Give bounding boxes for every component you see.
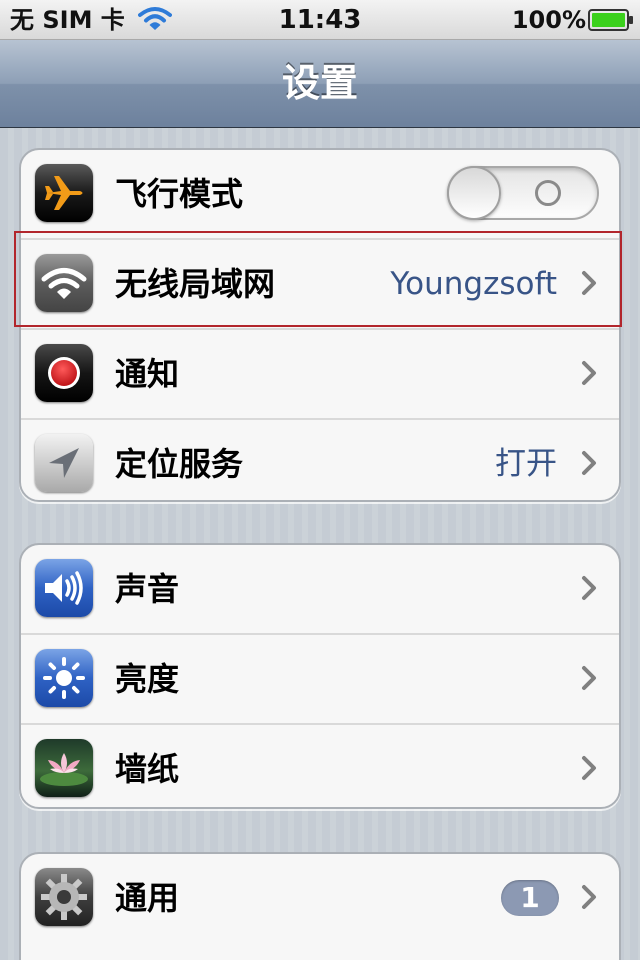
page-title: 设置 <box>281 61 358 105</box>
wifi-settings-icon <box>35 254 93 312</box>
cell-label: 通知 <box>115 355 180 393</box>
chevron-right-icon <box>581 450 597 476</box>
general-gear-icon <box>35 868 93 926</box>
battery-percent: 100% <box>511 6 586 34</box>
navigation-bar: 设置 <box>0 40 640 128</box>
cell-notifications[interactable]: 通知 <box>21 330 619 420</box>
cell-sounds[interactable]: 声音 <box>21 545 619 635</box>
cell-label: 无线局域网 <box>115 265 276 303</box>
update-count-badge: 1 <box>501 880 559 916</box>
brightness-icon <box>35 649 93 707</box>
status-bar: 无 SIM 卡 11:43 100% <box>0 0 640 40</box>
toggle-knob[interactable] <box>447 166 501 220</box>
cell-label: 飞行模式 <box>115 175 244 213</box>
toggle-off-indicator-icon <box>535 180 561 206</box>
chevron-right-icon <box>581 665 597 691</box>
chevron-right-icon <box>581 884 597 910</box>
location-services-status: 打开 <box>495 446 557 482</box>
sound-icon <box>35 559 93 617</box>
airplane-icon <box>35 164 93 222</box>
wifi-network-name: Youngzsoft <box>390 266 557 302</box>
battery-icon <box>588 9 634 31</box>
cell-label: 亮度 <box>115 660 180 698</box>
chevron-right-icon <box>581 575 597 601</box>
chevron-right-icon <box>581 270 597 296</box>
cell-airplane-mode: 飞行模式 <box>21 150 619 240</box>
cell-wifi[interactable]: 无线局域网 Youngzsoft <box>21 240 619 330</box>
cell-label: 墙纸 <box>115 750 180 788</box>
cell-label: 定位服务 <box>115 445 244 483</box>
chevron-right-icon <box>581 755 597 781</box>
chevron-right-icon <box>581 360 597 386</box>
settings-group-general: 通用 1 <box>19 852 621 960</box>
settings-group-connectivity: 飞行模式 无线局域网 Youngzsoft 通知 定位服务 打开 <box>19 148 621 502</box>
wallpaper-icon <box>35 739 93 797</box>
cell-label: 通用 <box>115 879 180 917</box>
cell-wallpaper[interactable]: 墙纸 <box>21 725 619 807</box>
settings-group-display: 声音 亮度 墙纸 <box>19 543 621 809</box>
location-icon <box>35 434 93 492</box>
notifications-icon <box>35 344 93 402</box>
cell-brightness[interactable]: 亮度 <box>21 635 619 725</box>
airplane-mode-toggle[interactable] <box>447 166 599 220</box>
cell-location-services[interactable]: 定位服务 打开 <box>21 420 619 500</box>
cell-label: 声音 <box>115 570 180 608</box>
cell-general[interactable]: 通用 1 <box>21 854 619 942</box>
